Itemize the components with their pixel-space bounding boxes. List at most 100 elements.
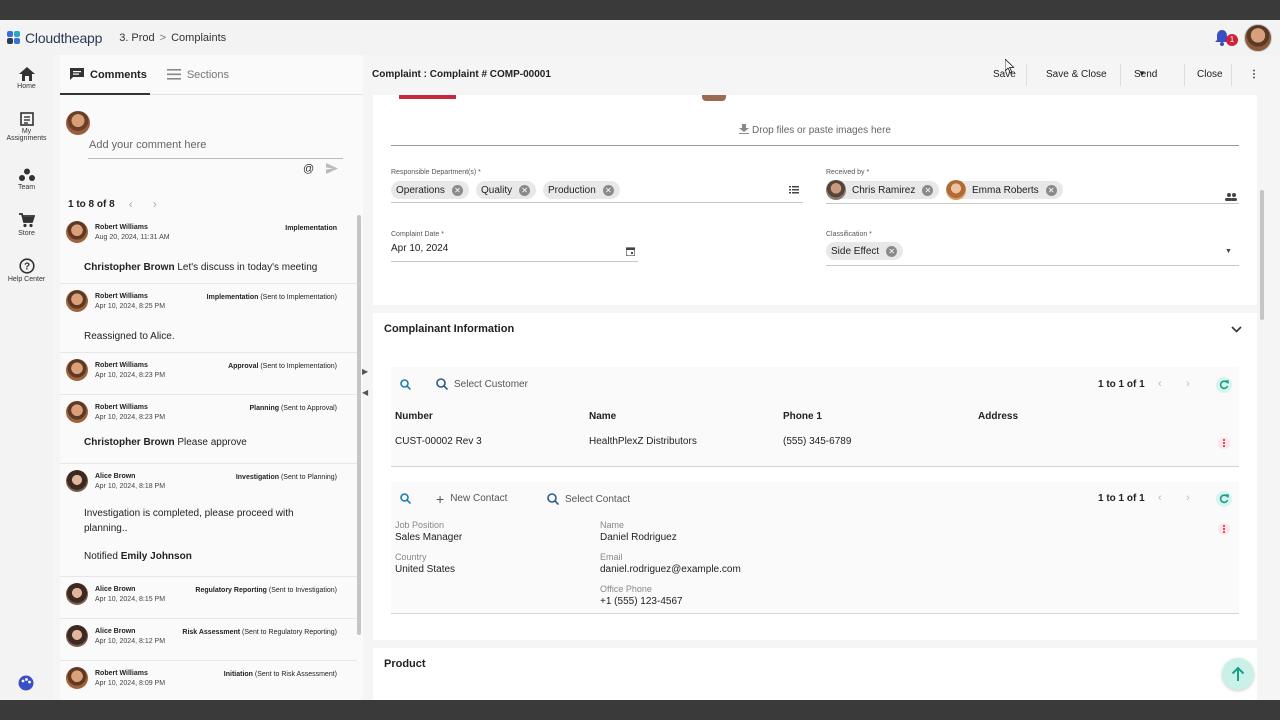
comment-date: Apr 10, 2024, 8:09 PM: [95, 680, 166, 687]
refresh-button[interactable]: [1216, 491, 1232, 507]
comment-stage: Approval (Sent to Implementation): [228, 363, 337, 370]
col-name[interactable]: Name: [589, 411, 616, 422]
cart-icon: [18, 213, 35, 228]
user-avatar[interactable]: [1244, 24, 1272, 52]
comment-composer: Add your comment here @: [60, 95, 363, 180]
comment-body: Let's discuss in today's meeting: [174, 262, 318, 273]
comments-scrollbar[interactable]: [357, 215, 361, 635]
tab-sections[interactable]: Sections: [157, 55, 239, 95]
save-close-button[interactable]: Save & Close: [1046, 69, 1107, 80]
author-avatar: [66, 290, 88, 312]
select-contact-label: Select Contact: [565, 493, 631, 505]
attachment-thumbnail[interactable]: [702, 95, 726, 101]
pager-next-icon[interactable]: ›: [153, 197, 157, 211]
search-icon[interactable]: [400, 379, 411, 390]
tab-comments-label: Comments: [90, 68, 147, 81]
dept-chip: Operations ✕: [391, 181, 469, 199]
tab-comments[interactable]: Comments: [60, 55, 157, 95]
row-menu-button[interactable]: [1218, 437, 1230, 449]
select-contact-button[interactable]: Select Contact: [547, 493, 630, 505]
scroll-top-button[interactable]: [1222, 658, 1254, 690]
comment-author: Robert Williams: [95, 670, 148, 677]
contact-name-value[interactable]: Daniel Rodriguez: [600, 532, 677, 543]
list-icon[interactable]: [789, 186, 799, 194]
select-customer-button[interactable]: Select Customer: [436, 378, 528, 390]
contact-menu-button[interactable]: [1218, 523, 1230, 535]
pager-next-icon[interactable]: ›: [1186, 378, 1190, 390]
send-icon[interactable]: [326, 163, 338, 174]
comment-input[interactable]: Add your comment here: [88, 139, 343, 159]
breadcrumb-complaints[interactable]: Complaints: [171, 32, 226, 44]
customer-number[interactable]: CUST-00002 Rev 3: [395, 436, 482, 447]
file-drop-zone[interactable]: Drop files or paste images here: [391, 124, 1239, 146]
mention-button[interactable]: @: [303, 163, 314, 175]
app-logo[interactable]: Cloudtheapp: [7, 30, 102, 46]
comment-stage: Risk Assessment (Sent to Regulatory Repo…: [182, 629, 337, 636]
arrow-up-icon: [1231, 666, 1245, 681]
collapse-panel-icon[interactable]: ◀: [362, 388, 368, 397]
comments-list: Robert Williams Aug 20, 2024, 11:31 AM I…: [60, 215, 357, 700]
app-name: Cloudtheapp: [25, 29, 103, 46]
comment-date: Apr 10, 2024, 8:23 PM: [95, 372, 166, 379]
pager-prev-icon[interactable]: ‹: [129, 197, 133, 211]
expand-panel-icon[interactable]: ▶: [362, 367, 368, 376]
remove-chip-icon[interactable]: ✕: [1045, 184, 1057, 196]
assignment-icon: [19, 112, 34, 126]
dropdown-arrow-icon[interactable]: ▼: [1225, 248, 1232, 255]
comment-item: Alice Brown Apr 10, 2024, 8:15 PM Regula…: [60, 577, 357, 619]
team-icon: [18, 168, 35, 181]
col-address[interactable]: Address: [978, 411, 1018, 422]
remove-chip-icon[interactable]: ✕: [451, 184, 463, 196]
breadcrumb-workspace[interactable]: 3. Prod: [119, 32, 154, 44]
new-contact-button[interactable]: + New Contact: [436, 492, 507, 506]
pager-next-icon[interactable]: ›: [1186, 492, 1190, 504]
form-scrollbar[interactable]: [1260, 190, 1264, 320]
person-avatar: [946, 180, 966, 200]
product-card: [373, 648, 1257, 700]
notifications-button[interactable]: 1: [1214, 29, 1238, 47]
nav-store[interactable]: Store: [0, 213, 53, 237]
divider: [1184, 64, 1185, 86]
pager-prev-icon[interactable]: ‹: [1158, 378, 1162, 390]
comment-date: Apr 10, 2024, 8:15 PM: [95, 596, 166, 603]
person-chip: Emma Roberts ✕: [946, 180, 1063, 200]
col-phone[interactable]: Phone 1: [783, 411, 822, 422]
chip-label: Chris Ramirez: [852, 184, 916, 196]
contact-pager-label: 1 to 1 of 1: [1098, 493, 1145, 504]
nav-team[interactable]: Team: [0, 168, 53, 191]
country-label: Country: [395, 552, 427, 562]
comment-date: Apr 10, 2024, 8:25 PM: [95, 303, 166, 310]
comment-item: Robert Williams Apr 10, 2024, 8:23 PM Ap…: [60, 353, 357, 395]
complaint-date-input[interactable]: Apr 10, 2024: [391, 243, 448, 254]
pager-prev-icon[interactable]: ‹: [1158, 492, 1162, 504]
search-plus-icon: [436, 378, 448, 390]
nav-home[interactable]: Home: [0, 67, 53, 90]
stage-name: Initiation: [223, 671, 253, 678]
comment-item: Robert Williams Apr 10, 2024, 8:25 PM Im…: [60, 284, 357, 353]
close-button[interactable]: Close: [1197, 69, 1223, 80]
stage-note: (Sent to Approval): [279, 405, 337, 412]
nav-help-center[interactable]: ? Help Center: [0, 258, 53, 283]
caret-down-icon: ▼: [1138, 69, 1146, 78]
stage-name: Regulatory Reporting: [195, 587, 267, 594]
remove-chip-icon[interactable]: ✕: [886, 245, 898, 257]
col-number[interactable]: Number: [395, 411, 433, 422]
remove-chip-icon[interactable]: ✕: [602, 184, 614, 196]
responsible-dept-label: Responsible Department(s) *: [391, 169, 481, 176]
people-icon[interactable]: [1225, 193, 1237, 201]
comment-notified: Notified Emily Johnson: [84, 549, 339, 564]
refresh-button[interactable]: [1216, 377, 1232, 393]
product-section-title: Product: [384, 658, 426, 670]
comment-stage: Initiation (Sent to Risk Assessment): [224, 671, 337, 678]
chevron-down-icon[interactable]: [1231, 326, 1242, 333]
remove-chip-icon[interactable]: ✕: [922, 184, 934, 196]
window-top-strip: [0, 0, 1280, 20]
nav-my-assignments[interactable]: My Assignments: [0, 112, 53, 142]
calendar-icon[interactable]: [626, 247, 635, 256]
mouse-cursor-icon: [1005, 59, 1015, 74]
palette-icon[interactable]: [18, 675, 34, 691]
comment-icon: [70, 68, 84, 80]
search-icon[interactable]: [400, 493, 411, 504]
more-vert-icon[interactable]: ⋮: [1249, 69, 1259, 80]
remove-chip-icon[interactable]: ✕: [519, 184, 531, 196]
